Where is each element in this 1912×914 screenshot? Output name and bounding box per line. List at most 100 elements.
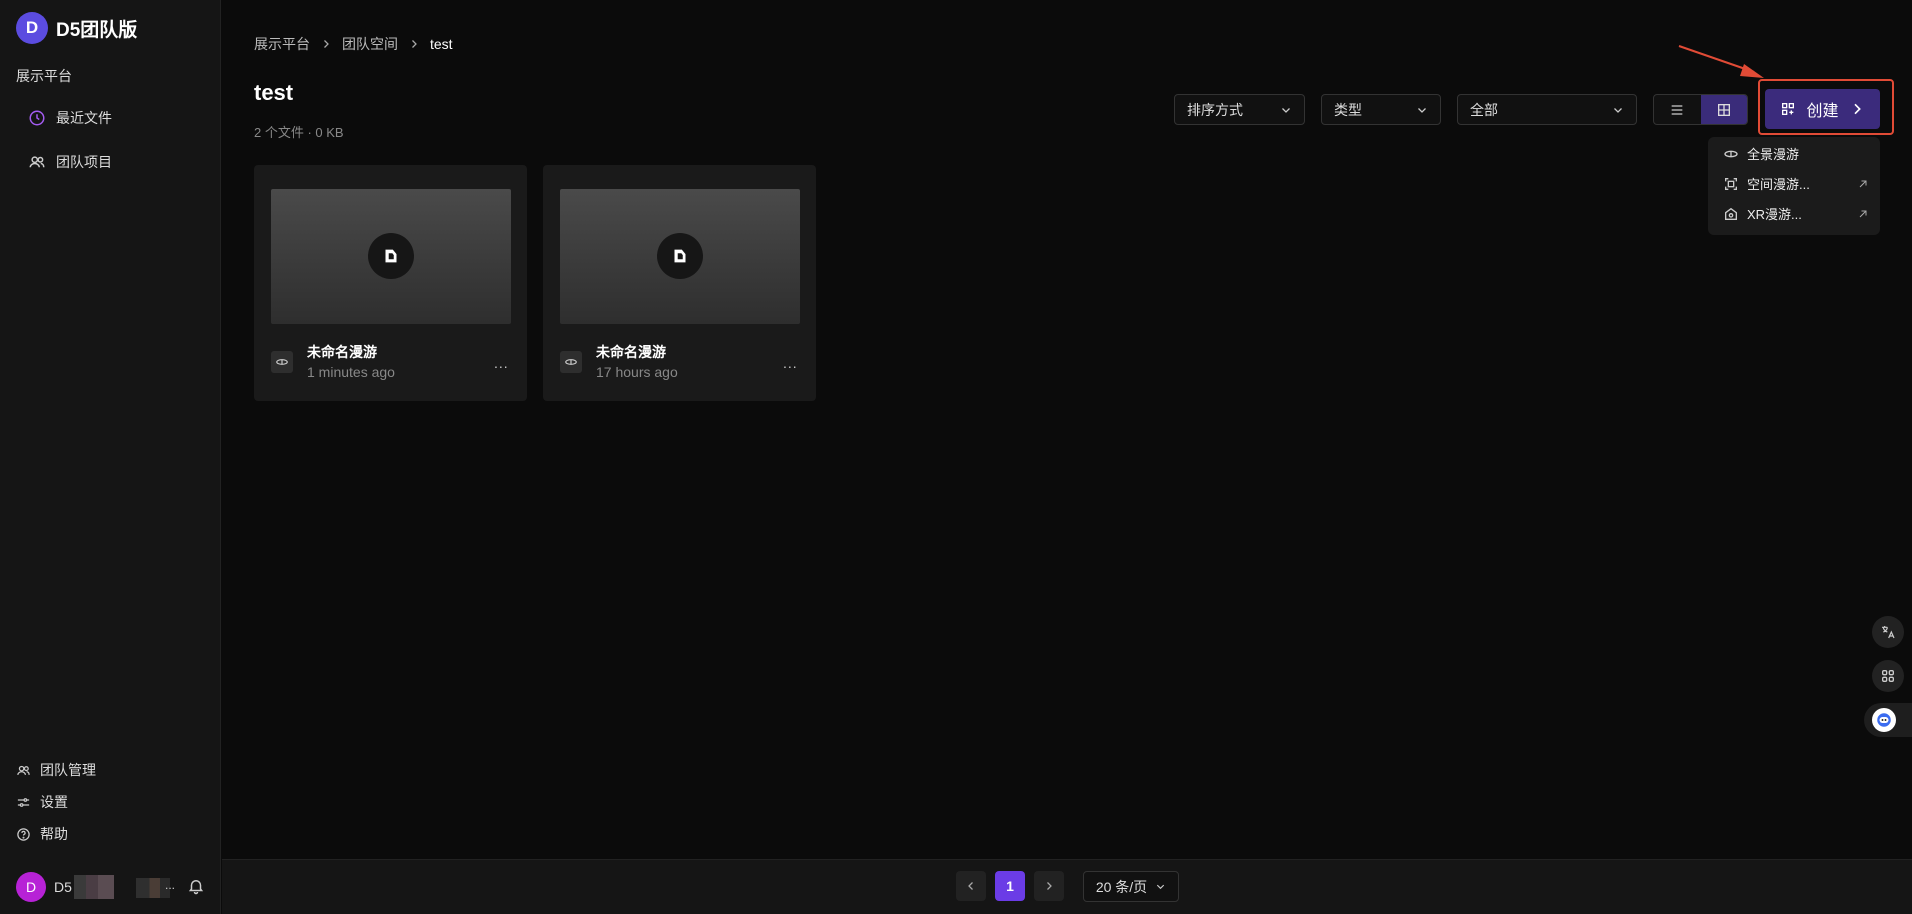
chevron-down-icon bbox=[1157, 884, 1165, 890]
scope-select[interactable]: 全部 bbox=[1457, 94, 1637, 125]
file-time: 1 minutes ago bbox=[307, 364, 395, 380]
file-name: 未命名漫游 bbox=[596, 344, 666, 360]
panorama-glyph bbox=[565, 359, 577, 365]
app-root: D D5团队版 展示平台 最近文件 团队项目 团队管理 设置 帮助 D D5 .… bbox=[0, 0, 1912, 914]
pagination-bar: 1 20 条/页 bbox=[222, 859, 1912, 914]
page-number-button[interactable]: 1 bbox=[995, 871, 1025, 901]
translate-icon bbox=[1882, 626, 1895, 639]
sliders-icon bbox=[17, 797, 30, 807]
chevron-down-icon bbox=[1282, 107, 1290, 113]
assistant-tab[interactable] bbox=[1864, 703, 1912, 737]
page-meta: 2 个文件 · 0 KB bbox=[254, 125, 344, 140]
avatar: D bbox=[16, 872, 46, 902]
clock-icon bbox=[29, 110, 45, 126]
type-select-label: 类型 bbox=[1334, 101, 1362, 118]
menu-item-xr-tour[interactable]: XR漫游... bbox=[1723, 204, 1869, 223]
sidebar-item-label: 团队管理 bbox=[40, 762, 96, 778]
sidebar-item-projects[interactable]: 团队项目 bbox=[28, 150, 112, 174]
menu-item-label: 全景漫游 bbox=[1747, 147, 1800, 162]
external-link-icon bbox=[1859, 180, 1867, 187]
list-icon bbox=[1671, 104, 1683, 115]
file-card[interactable]: 未命名漫游 17 hours ago ... bbox=[543, 165, 816, 401]
panorama-icon bbox=[271, 351, 293, 373]
annotation-arrow bbox=[1678, 45, 1764, 78]
more-options-button[interactable]: ... bbox=[494, 355, 509, 371]
menu-item-panorama[interactable]: 全景漫游 bbox=[1723, 144, 1869, 163]
file-card[interactable]: 未命名漫游 1 minutes ago ... bbox=[254, 165, 527, 401]
user-name-text: D5 bbox=[54, 879, 72, 895]
d5-logo-icon bbox=[385, 249, 397, 263]
grid-icon bbox=[1717, 103, 1730, 116]
bell-icon[interactable] bbox=[187, 877, 205, 895]
scope-select-label: 全部 bbox=[1470, 101, 1498, 118]
apps-icon bbox=[1882, 670, 1894, 682]
user-name: D5 bbox=[54, 875, 114, 899]
users-icon bbox=[29, 156, 45, 168]
sidebar-item-label: 设置 bbox=[40, 794, 68, 810]
chevron-right-icon bbox=[1853, 103, 1861, 115]
breadcrumb-item[interactable]: 团队空间 bbox=[342, 34, 398, 54]
assistant-avatar bbox=[1872, 708, 1896, 732]
create-button[interactable]: 创建 bbox=[1765, 89, 1880, 129]
brand-name: D5团队版 bbox=[56, 19, 138, 41]
breadcrumb-item[interactable]: 展示平台 bbox=[254, 34, 310, 54]
file-thumbnail[interactable] bbox=[560, 189, 800, 324]
next-page-button[interactable] bbox=[1034, 871, 1064, 901]
d5-logo-icon bbox=[674, 249, 686, 263]
grid-view-button[interactable] bbox=[1700, 95, 1747, 124]
panorama-glyph bbox=[276, 359, 288, 365]
robot-icon bbox=[1877, 713, 1891, 727]
sort-select[interactable]: 排序方式 bbox=[1174, 94, 1305, 125]
sidebar-item-recent[interactable]: 最近文件 bbox=[28, 106, 112, 130]
file-name: 未命名漫游 bbox=[307, 344, 377, 360]
external-link-icon bbox=[1859, 210, 1867, 217]
menu-item-label: 空间漫游... bbox=[1747, 177, 1810, 192]
page-size-select[interactable]: 20 条/页 bbox=[1083, 871, 1179, 902]
user-more-text: ... bbox=[165, 878, 176, 892]
chevron-down-icon bbox=[1418, 107, 1426, 113]
space-scan-icon bbox=[1725, 177, 1737, 190]
file-thumbnail[interactable] bbox=[271, 189, 511, 324]
panorama-icon bbox=[1724, 150, 1738, 157]
sidebar-item-label: 最近文件 bbox=[56, 110, 112, 126]
menu-item-space-tour[interactable]: 空间漫游... bbox=[1723, 174, 1869, 193]
d5-logo bbox=[368, 233, 414, 279]
sidebar-item-help[interactable]: 帮助 bbox=[16, 823, 68, 845]
list-view-button[interactable] bbox=[1654, 95, 1701, 124]
add-apps-icon bbox=[1782, 103, 1795, 115]
brand[interactable]: D D5团队版 bbox=[16, 12, 137, 44]
file-time: 17 hours ago bbox=[596, 364, 678, 380]
users-icon bbox=[17, 765, 30, 775]
type-select[interactable]: 类型 bbox=[1321, 94, 1441, 125]
more-options-button[interactable]: ... bbox=[783, 355, 798, 371]
xr-home-icon bbox=[1725, 207, 1737, 220]
chevron-right-icon bbox=[324, 40, 329, 48]
apps-button[interactable] bbox=[1872, 660, 1904, 692]
sidebar-section-label: 展示平台 bbox=[16, 68, 72, 84]
brand-logo: D bbox=[16, 12, 48, 44]
breadcrumb-current: test bbox=[430, 36, 453, 52]
d5-logo bbox=[657, 233, 703, 279]
sidebar-item-settings[interactable]: 设置 bbox=[16, 791, 68, 813]
chevron-right-icon bbox=[412, 40, 417, 48]
user-profile[interactable]: D D5 bbox=[16, 872, 114, 902]
chevron-down-icon bbox=[1614, 107, 1622, 113]
breadcrumb: 展示平台 团队空间 test bbox=[254, 34, 453, 54]
help-circle-icon bbox=[17, 827, 30, 841]
sidebar-item-label: 团队项目 bbox=[56, 154, 112, 170]
chevron-right-icon bbox=[1047, 882, 1052, 890]
panorama-icon bbox=[560, 351, 582, 373]
redacted-name-mosaic bbox=[73, 875, 114, 899]
translate-button[interactable] bbox=[1872, 616, 1904, 648]
create-menu: 全景漫游 空间漫游... XR漫游... bbox=[1708, 137, 1880, 235]
prev-page-button[interactable] bbox=[956, 871, 986, 901]
chevron-left-icon bbox=[968, 882, 973, 890]
sidebar-item-label: 帮助 bbox=[40, 826, 68, 842]
menu-item-label: XR漫游... bbox=[1747, 207, 1802, 222]
sidebar: D D5团队版 展示平台 最近文件 团队项目 团队管理 设置 帮助 D D5 .… bbox=[0, 0, 221, 914]
create-button-label: 创建 bbox=[1806, 103, 1839, 120]
view-toggle bbox=[1653, 94, 1748, 125]
sidebar-item-team-manage[interactable]: 团队管理 bbox=[16, 759, 96, 781]
page-title: test bbox=[254, 80, 294, 105]
page-size-label: 20 条/页 bbox=[1095, 878, 1148, 895]
